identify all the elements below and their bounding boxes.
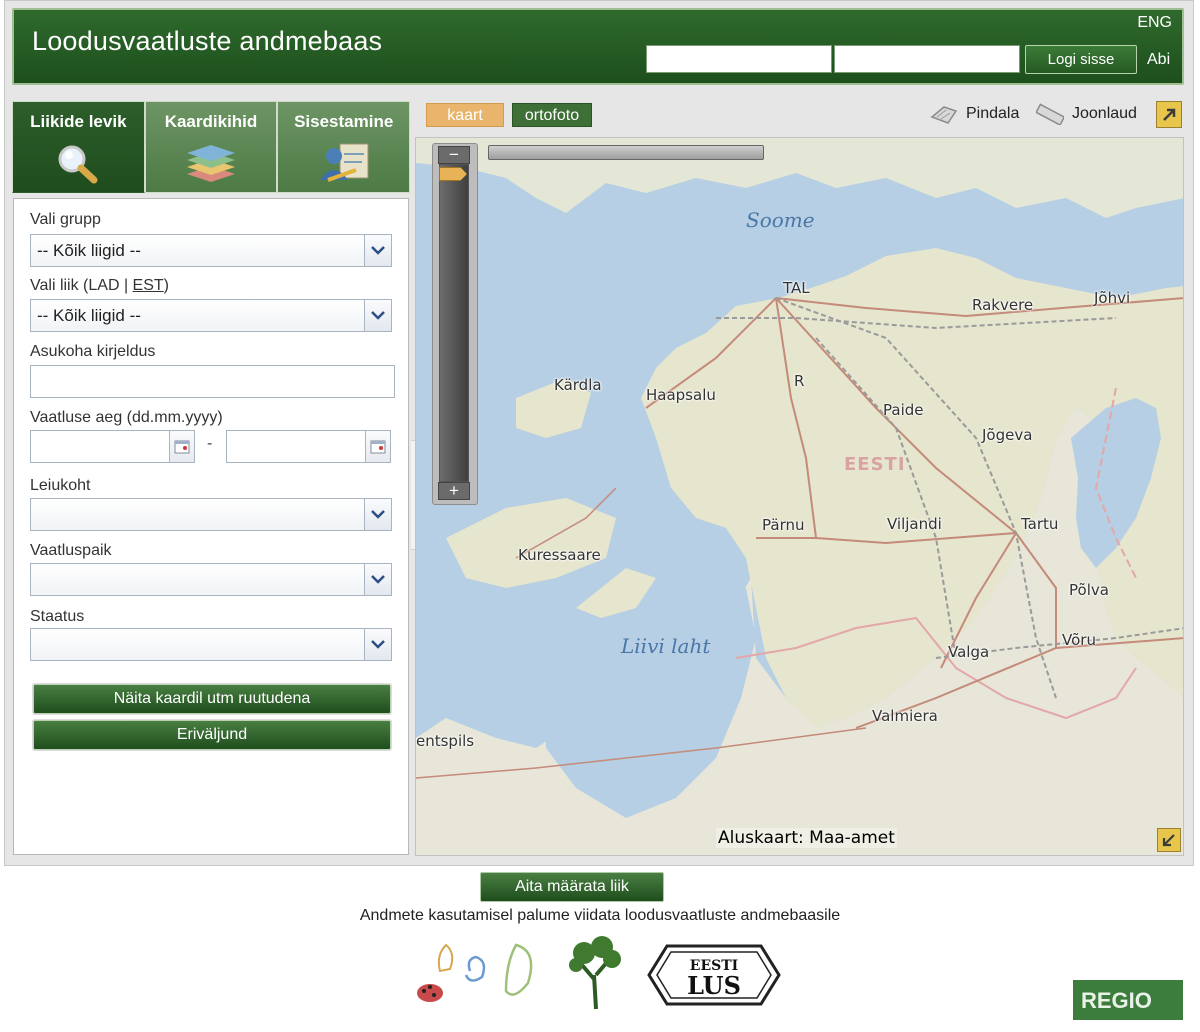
place-label: Tartu	[1021, 515, 1059, 533]
show-utm-grid-button[interactable]: Näita kaardil utm ruutudena	[33, 684, 391, 714]
calendar-icon[interactable]	[365, 430, 391, 463]
sea-label: Liivi laht	[621, 634, 711, 658]
ruler-tool-label: Joonlaud	[1072, 105, 1137, 122]
map-view[interactable]: Soome Liivi laht EESTI TAL Rakvere Jõhvi…	[415, 137, 1184, 856]
find-select[interactable]	[30, 498, 392, 531]
password-input[interactable]	[834, 45, 1020, 73]
tab-label: Kaardikihid	[164, 112, 258, 131]
shrink-arrow-icon	[1162, 834, 1175, 847]
chevron-down-icon[interactable]	[364, 499, 391, 530]
place-label: Valmiera	[872, 707, 938, 725]
eesti-lus-logo: EESTI LUS	[647, 944, 781, 1006]
group-select-value: -- Kõik liigid --	[37, 241, 141, 260]
tab-label: Sisestamine	[294, 112, 394, 131]
expand-arrow-icon	[1163, 108, 1176, 121]
pan-slider[interactable]	[488, 145, 764, 160]
nature-observations-logo	[417, 943, 533, 1002]
tab-label: Liikide levik	[30, 112, 127, 131]
place-label: Rakvere	[972, 296, 1034, 314]
place-label: Viljandi	[887, 515, 942, 533]
export-button[interactable]: Eriväljund	[33, 720, 391, 750]
chevron-down-icon[interactable]	[364, 629, 391, 660]
location-input[interactable]	[30, 365, 395, 398]
status-select[interactable]	[30, 628, 392, 661]
species-label-suffix: )	[163, 277, 169, 294]
species-label: Vali liik (LAD | EST)	[30, 277, 169, 295]
zoom-in-button[interactable]: +	[438, 482, 470, 500]
place-label: Paide	[883, 401, 924, 419]
help-link[interactable]: Abi	[1147, 51, 1170, 69]
ruler-icon	[1036, 103, 1064, 125]
place-label: Haapsalu	[646, 386, 716, 404]
place-label: Põlva	[1069, 581, 1109, 599]
place-label: Pärnu	[762, 516, 805, 534]
resize-map-button[interactable]	[1157, 828, 1181, 852]
species-label-prefix: Vali liik (LAD |	[30, 277, 133, 294]
place-select[interactable]	[30, 563, 392, 596]
sea-label: Soome	[746, 208, 815, 232]
svg-text:LUS: LUS	[687, 971, 741, 1000]
location-label: Asukoha kirjeldus	[30, 343, 156, 360]
zoom-control: − +	[432, 143, 478, 505]
chevron-down-icon[interactable]	[364, 235, 391, 266]
place-label: Kuressaare	[518, 546, 601, 564]
country-label: EESTI	[844, 454, 906, 475]
species-select-value: -- Kõik liigid --	[37, 306, 141, 325]
area-tool[interactable]: Pindala	[930, 103, 1019, 125]
place-label: Jõhvi	[1094, 289, 1131, 307]
expand-map-button[interactable]	[1156, 101, 1182, 128]
calendar-icon[interactable]	[169, 430, 195, 463]
species-select[interactable]: -- Kõik liigid --	[30, 299, 392, 332]
date-from-input[interactable]	[30, 430, 170, 463]
group-select[interactable]: -- Kõik liigid --	[30, 234, 392, 267]
tab-data-entry[interactable]: Sisestamine	[277, 101, 411, 193]
data-entry-icon	[319, 143, 369, 182]
date-separator: -	[207, 435, 213, 452]
date-to-input[interactable]	[226, 430, 366, 463]
svg-text:REGIO: REGIO	[1081, 988, 1152, 1013]
login-button[interactable]: Logi sisse	[1025, 45, 1137, 74]
place-label: R	[794, 372, 805, 390]
basemap	[416, 138, 1183, 855]
app-title: Loodusvaatluste andmebaas	[32, 26, 383, 56]
status-label: Staatus	[30, 608, 85, 625]
place-label: Jõgeva	[982, 426, 1033, 444]
place-label: Võru	[1062, 631, 1096, 649]
place-label: TAL	[783, 279, 810, 297]
tree-logo	[569, 936, 621, 1010]
chevron-down-icon[interactable]	[364, 564, 391, 595]
help-identify-button[interactable]: Aita määrata liik	[480, 872, 664, 902]
place-label: Kärdla	[554, 376, 602, 394]
username-input[interactable]	[646, 45, 832, 73]
group-label: Vali grupp	[30, 211, 101, 228]
tab-map-layers[interactable]: Kaardikihid	[144, 101, 278, 193]
citation-text: Andmete kasutamisel palume viidata loodu…	[359, 907, 841, 924]
search-form-panel: Vali grupp -- Kõik liigid -- Vali liik (…	[13, 198, 409, 855]
search-icon	[58, 145, 98, 184]
layers-icon	[187, 145, 235, 182]
area-tool-label: Pindala	[966, 105, 1020, 122]
place-label: Vaatluspaik	[30, 542, 112, 559]
species-est-link[interactable]: EST	[133, 277, 164, 294]
ruler-tool[interactable]: Joonlaud	[1036, 103, 1137, 125]
zoom-slider[interactable]	[439, 164, 469, 482]
zoom-out-button[interactable]: −	[438, 146, 470, 164]
ortho-layer-button[interactable]: ortofoto	[512, 103, 592, 127]
tab-species-distribution[interactable]: Liikide levik	[12, 101, 145, 193]
regio-logo: REGIO	[1073, 980, 1183, 1020]
app-header: Loodusvaatluste andmebaas ENG Logi sisse…	[12, 8, 1184, 85]
area-measure-icon	[930, 106, 958, 124]
time-label: Vaatluse aeg (dd.mm.yyyy)	[30, 409, 223, 426]
left-panel-tabs: Liikide levik Kaardikihid Sisestamine	[12, 101, 411, 193]
map-attribution: Aluskaart: Maa-amet	[716, 828, 897, 848]
chevron-down-icon[interactable]	[364, 300, 391, 331]
map-layer-button[interactable]: kaart	[426, 103, 504, 127]
language-switch-link[interactable]: ENG	[1137, 14, 1172, 32]
find-label: Leiukoht	[30, 477, 91, 494]
place-label: Valga	[948, 643, 990, 661]
place-label: entspils	[416, 732, 475, 750]
